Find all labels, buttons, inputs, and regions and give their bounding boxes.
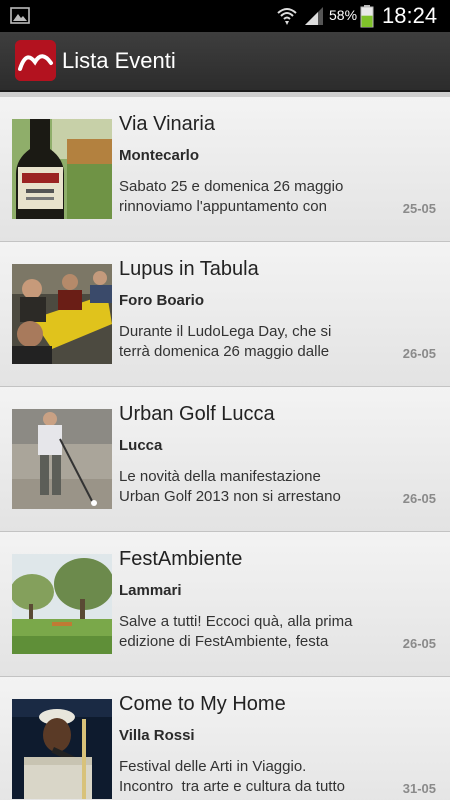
event-item[interactable]: Come to My Home Villa Rossi Festival del… bbox=[0, 677, 450, 800]
event-date: 26-05 bbox=[402, 346, 436, 361]
wine-bottle-thumbnail bbox=[12, 119, 112, 219]
event-title: Come to My Home bbox=[119, 693, 286, 715]
battery-icon bbox=[360, 4, 374, 28]
event-location: Lammari bbox=[119, 582, 182, 599]
event-date: 26-05 bbox=[402, 491, 436, 506]
event-date: 25-05 bbox=[402, 201, 436, 216]
event-location: Foro Boario bbox=[119, 292, 204, 309]
musician-thumbnail bbox=[12, 699, 112, 799]
action-bar: Lista Eventi bbox=[0, 32, 450, 92]
event-date: 26-05 bbox=[402, 636, 436, 651]
event-item[interactable]: FestAmbiente Lammari Salve a tutti! Ecco… bbox=[0, 532, 450, 677]
event-title: Via Vinaria bbox=[119, 113, 215, 135]
status-bar: 58% 18:24 bbox=[0, 0, 450, 32]
golfer-thumbnail bbox=[12, 409, 112, 509]
event-item[interactable]: Lupus in Tabula Foro Boario Durante il L… bbox=[0, 242, 450, 387]
event-location: Villa Rossi bbox=[119, 727, 195, 744]
park-trees-thumbnail bbox=[12, 554, 112, 654]
event-location: Montecarlo bbox=[119, 147, 200, 164]
event-item[interactable]: Via Vinaria Montecarlo Sabato 25 e domen… bbox=[0, 97, 450, 242]
event-description: Salve a tutti! Eccoci quà, alla prima ed… bbox=[119, 613, 353, 650]
event-location: Lucca bbox=[119, 437, 163, 454]
event-title: Lupus in Tabula bbox=[119, 258, 259, 280]
signal-icon bbox=[304, 6, 324, 26]
wifi-icon bbox=[276, 6, 298, 26]
gallery-icon bbox=[10, 7, 30, 24]
event-description: Sabato 25 e domenica 26 maggio rinnoviam… bbox=[119, 178, 344, 215]
screen-title: Lista Eventi bbox=[62, 48, 176, 73]
event-description: Le novità della manifestazione Urban Gol… bbox=[119, 468, 341, 505]
event-description: Durante il LudoLega Day, che si terrà do… bbox=[119, 323, 332, 360]
event-title: FestAmbiente bbox=[119, 548, 243, 570]
event-item[interactable]: Urban Golf Lucca Lucca Le novità della m… bbox=[0, 387, 450, 532]
clock: 18:24 bbox=[382, 3, 438, 28]
event-date: 31-05 bbox=[402, 781, 436, 796]
event-list[interactable]: Via Vinaria Montecarlo Sabato 25 e domen… bbox=[0, 92, 450, 800]
board-game-players-thumbnail bbox=[12, 264, 112, 364]
battery-percent: 58% bbox=[329, 7, 358, 23]
event-title: Urban Golf Lucca bbox=[119, 403, 275, 425]
event-description: Festival delle Arti in Viaggio. Incontro… bbox=[119, 758, 345, 795]
app-logo-icon[interactable] bbox=[15, 40, 56, 81]
